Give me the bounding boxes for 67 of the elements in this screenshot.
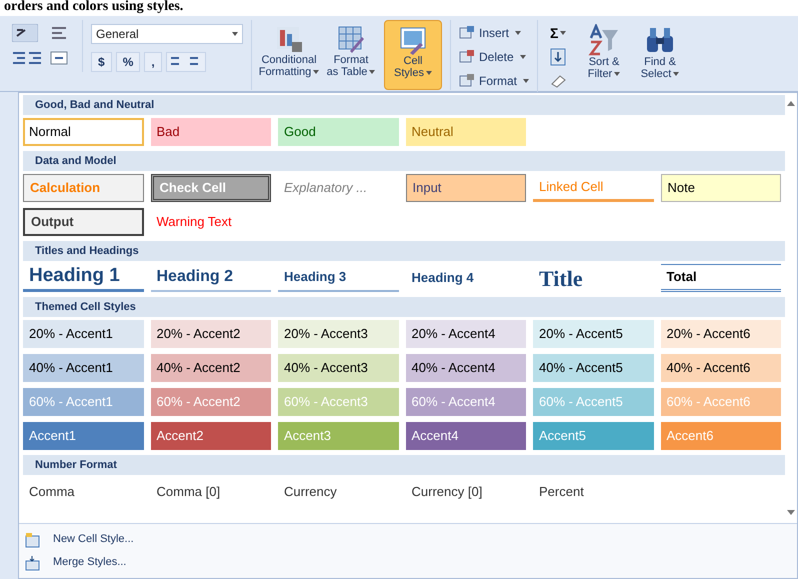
- cell-style-option[interactable]: 20% - Accent2: [150, 320, 271, 348]
- merge-styles-icon: [25, 554, 41, 570]
- cell-style-option[interactable]: Heading 1: [23, 264, 144, 292]
- menu-item[interactable]: Merge Styles...: [53, 554, 126, 571]
- caret-icon: [560, 31, 566, 35]
- number-style-button[interactable]: $: [91, 52, 112, 72]
- cell-style-option[interactable]: Note: [660, 174, 781, 202]
- cells-icon: [459, 50, 475, 64]
- caret-icon: [614, 72, 620, 76]
- section-header: Titles and Headings: [23, 241, 785, 261]
- caret-icon: [369, 70, 376, 74]
- cell-style-option[interactable]: Neutral: [406, 118, 526, 146]
- cells-icon: [459, 26, 475, 40]
- number-style-button[interactable]: ,: [144, 52, 162, 72]
- cell-style-option[interactable]: 40% - Accent1: [23, 354, 144, 382]
- editing-button[interactable]: Sort & Filter: [580, 24, 628, 94]
- scroll-up-icon[interactable]: [787, 101, 795, 106]
- cell-style-option[interactable]: Input: [406, 174, 526, 202]
- section-header: Good, Bad and Neutral: [23, 95, 785, 115]
- autosum-button[interactable]: Σ: [550, 24, 572, 42]
- cells-button[interactable]: Format: [459, 72, 530, 90]
- cell-style-option[interactable]: 20% - Accent5: [533, 320, 654, 348]
- cell-style-option[interactable]: 20% - Accent1: [23, 320, 144, 348]
- caret-icon: [523, 79, 530, 83]
- caret-icon: [426, 71, 432, 76]
- decimal-icon[interactable]: [166, 52, 206, 72]
- cells-button[interactable]: Delete: [459, 48, 530, 66]
- style-gallery-button[interactable]: Conditional Formatting: [260, 20, 318, 90]
- cells-icon: [459, 74, 475, 88]
- style-gallery-button[interactable]: Cell Styles: [384, 20, 442, 90]
- cell-style-option[interactable]: 40% - Accent2: [150, 354, 271, 382]
- cell-style-option[interactable]: Bad: [150, 118, 271, 146]
- orientation-icon[interactable]: [12, 24, 38, 42]
- sort-filter-icon: [588, 24, 620, 56]
- style-gallery-button[interactable]: Format as Table: [322, 20, 380, 90]
- caret-icon: [232, 32, 238, 36]
- cell-style-option[interactable]: 40% - Accent6: [660, 354, 781, 382]
- cell-style-option[interactable]: 20% - Accent4: [406, 320, 526, 348]
- new-style-icon: [25, 532, 41, 548]
- cell-style-option[interactable]: Good: [278, 118, 398, 146]
- cell-style-option[interactable]: Normal: [23, 118, 144, 146]
- number-format-field[interactable]: General: [91, 24, 243, 44]
- section-header: Number Format: [23, 455, 785, 475]
- cell-style-option[interactable]: Accent4: [406, 422, 526, 450]
- indent-icon[interactable]: [12, 50, 42, 66]
- menu-item[interactable]: New Cell Style...: [53, 531, 134, 548]
- section-header: Themed Cell Styles: [23, 297, 785, 317]
- caret-icon: [520, 55, 526, 59]
- cells-button[interactable]: Insert: [459, 24, 530, 42]
- cell-style-option[interactable]: 40% - Accent4: [406, 354, 526, 382]
- document-text: orders and colors using styles.: [3, 0, 184, 16]
- caret-icon: [673, 72, 680, 76]
- cell-style-option[interactable]: Accent2: [150, 422, 271, 450]
- scroll-down-icon[interactable]: [787, 510, 795, 515]
- number-style-button[interactable]: %: [116, 52, 140, 72]
- cell-style-option[interactable]: 20% - Accent6: [660, 320, 781, 348]
- cell-style-option[interactable]: 20% - Accent3: [278, 320, 398, 348]
- cell-style-option[interactable]: Output: [23, 208, 144, 236]
- table-brush-icon: [336, 24, 366, 54]
- caret-icon: [313, 70, 320, 74]
- cell-style-option[interactable]: Total: [660, 264, 781, 292]
- caret-icon: [515, 31, 522, 35]
- cell-style-option[interactable]: 40% - Accent5: [533, 354, 654, 382]
- cell-style-option[interactable]: 40% - Accent3: [278, 354, 398, 382]
- section-header: Data and Model: [23, 151, 785, 171]
- cell-style-option[interactable]: Accent1: [23, 422, 144, 450]
- cell-brush-icon: [398, 25, 428, 55]
